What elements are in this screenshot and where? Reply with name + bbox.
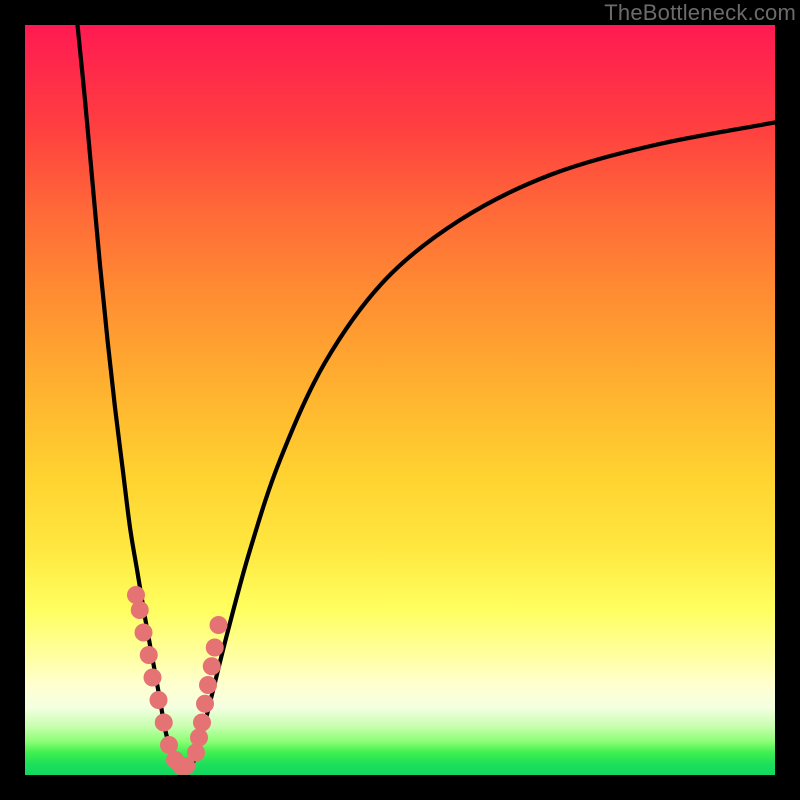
marker-dot [135,624,153,642]
marker-dot [210,616,228,634]
marker-dot [144,669,162,687]
marker-dot [140,646,158,664]
chart-frame: TheBottleneck.com [0,0,800,800]
left-curve [78,25,176,768]
marker-dot [196,695,214,713]
right-curve [190,123,775,768]
marker-dot [155,714,173,732]
marker-dot [187,744,205,762]
plot-area [25,25,775,775]
marker-dot [203,657,221,675]
watermark-label: TheBottleneck.com [604,0,796,26]
marker-dot [127,586,145,604]
marker-dot [193,714,211,732]
marker-dot [150,691,168,709]
marker-dot [131,601,149,619]
marker-dots [127,586,228,775]
curves-layer [25,25,775,775]
marker-dot [206,639,224,657]
marker-dot [199,676,217,694]
marker-dot [190,729,208,747]
